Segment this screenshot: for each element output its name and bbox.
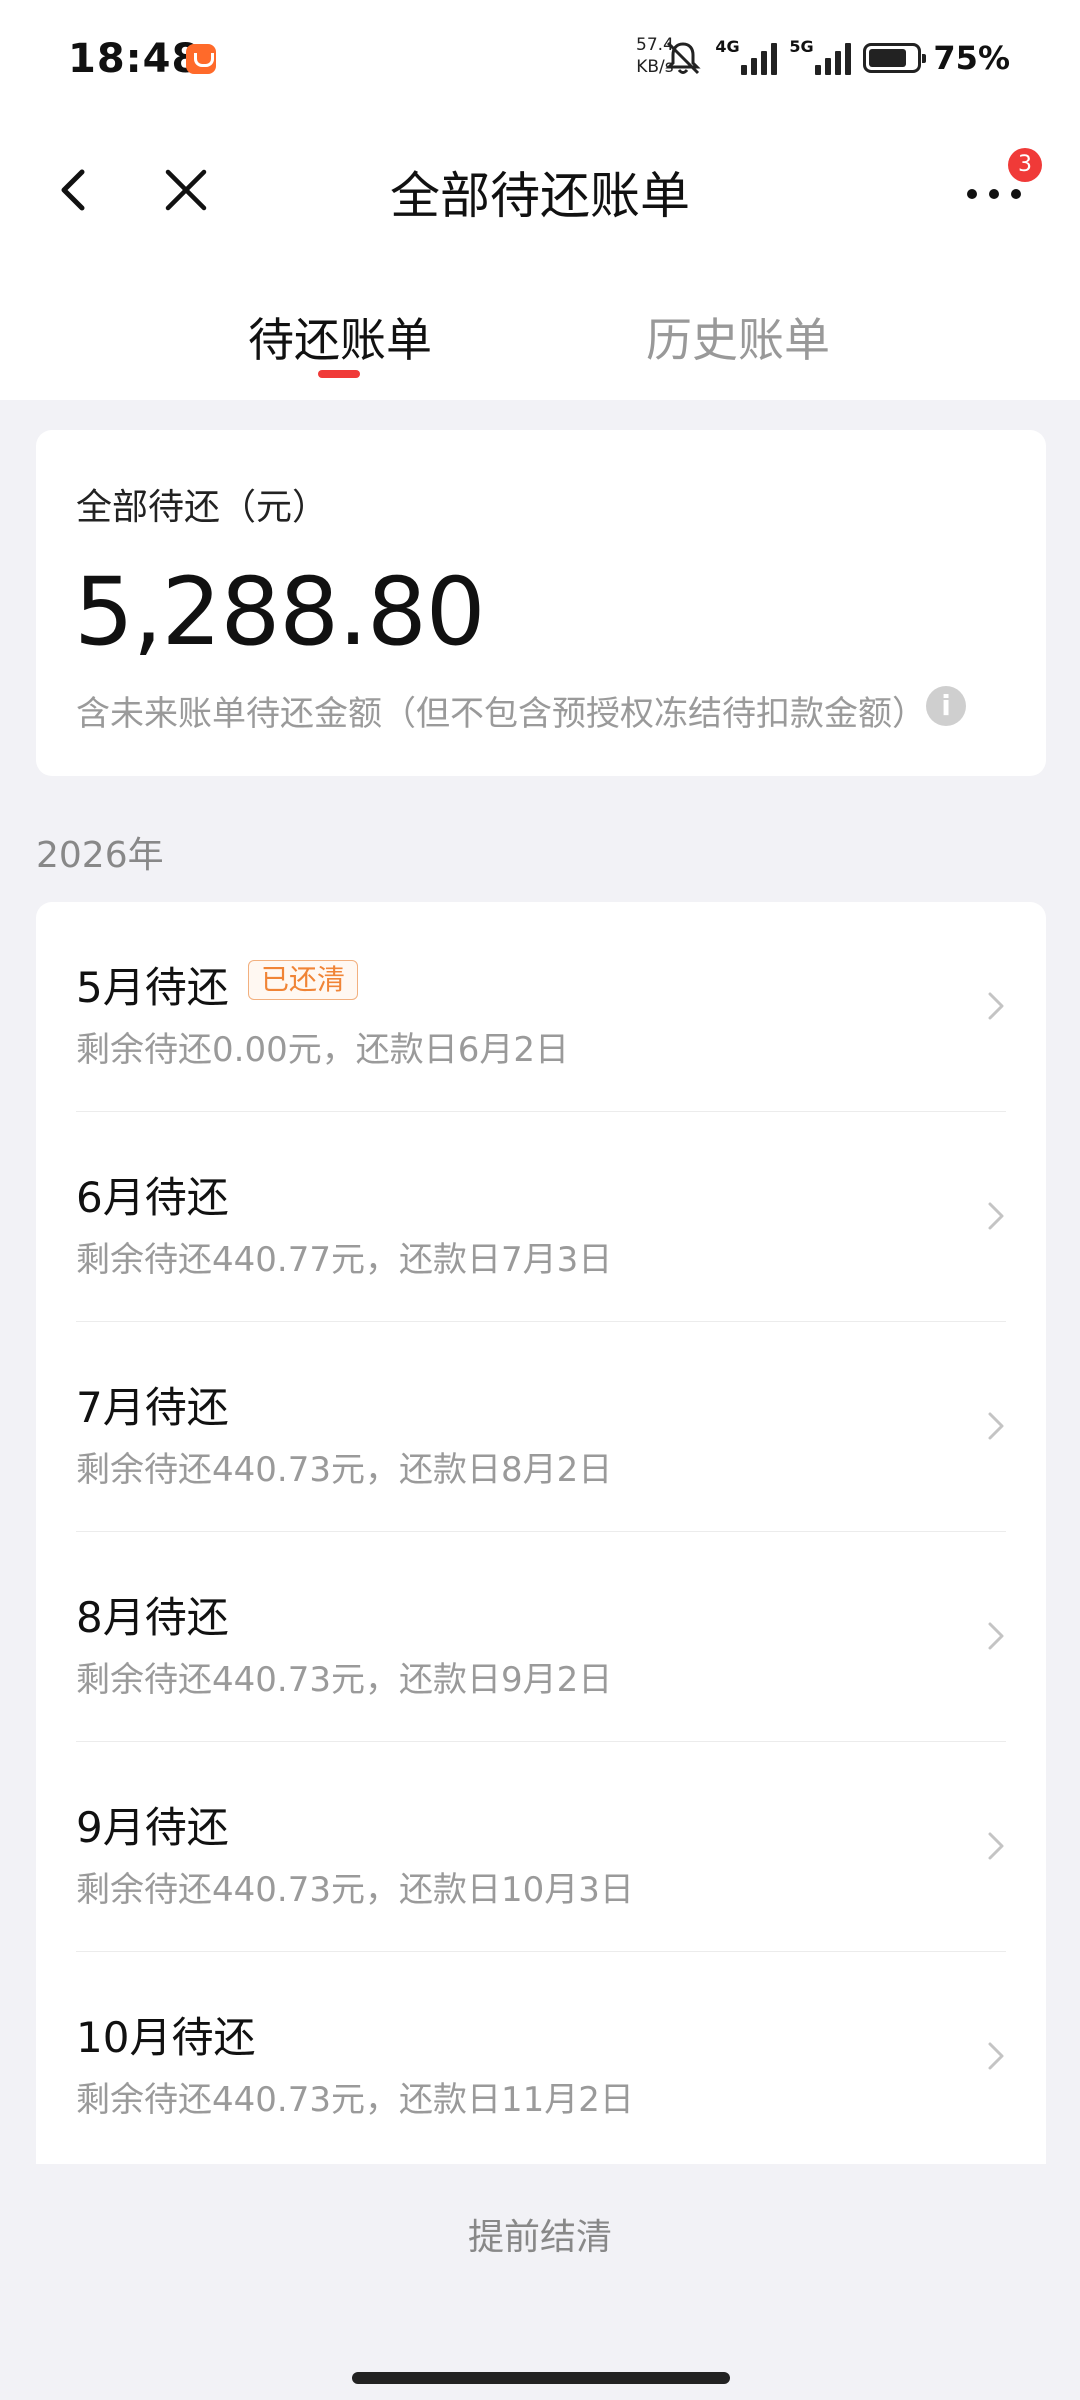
mute-bell-icon — [663, 40, 703, 76]
chevron-right-icon — [988, 1832, 1004, 1860]
signal-5g-icon: 5G — [789, 37, 852, 75]
network-5g-label: 5G — [789, 37, 814, 56]
bill-subtitle: 剩余待还440.73元，还款日10月3日 — [76, 1870, 634, 1910]
bill-title: 6月待还 — [76, 1173, 229, 1222]
summary-note: 含未来账单待还金额（但不包含预授权冻结待扣款金额） — [76, 694, 926, 734]
chevron-right-icon — [988, 1412, 1004, 1440]
bill-subtitle: 剩余待还440.73元，还款日8月2日 — [76, 1450, 613, 1490]
status-bar: 18:48 57.4 KB/s 4G 5G 75% — [0, 0, 1080, 120]
bill-subtitle: 剩余待还440.73元，还款日11月2日 — [76, 2080, 634, 2120]
chevron-right-icon — [988, 2042, 1004, 2070]
nav-bar: 全部待还账单 3 — [0, 120, 1080, 260]
bill-subtitle: 剩余待还440.73元，还款日9月2日 — [76, 1660, 613, 1700]
status-time: 18:48 — [68, 36, 201, 82]
bill-title: 5月待还 — [76, 963, 229, 1012]
paid-badge: 已还清 — [248, 960, 359, 1000]
bill-item-may[interactable]: 5月待还 已还清 剩余待还0.00元，还款日6月2日 — [36, 902, 1046, 1112]
year-header: 2026年 — [36, 835, 164, 876]
info-icon[interactable]: i — [926, 686, 966, 726]
chevron-right-icon — [988, 992, 1004, 1020]
summary-amount: 5,288.80 — [74, 558, 486, 667]
battery-percent: 75% — [933, 39, 1010, 77]
tab-bar: 待还账单 历史账单 — [0, 260, 1080, 400]
network-4g-label: 4G — [715, 37, 740, 56]
home-indicator[interactable] — [352, 2372, 730, 2384]
chevron-right-icon — [988, 1622, 1004, 1650]
bill-item-june[interactable]: 6月待还 剩余待还440.77元，还款日7月3日 — [36, 1112, 1046, 1322]
bill-item-july[interactable]: 7月待还 剩余待还440.73元，还款日8月2日 — [36, 1322, 1046, 1532]
bill-item-august[interactable]: 8月待还 剩余待还440.73元，还款日9月2日 — [36, 1532, 1046, 1742]
early-settle-button[interactable]: 提前结清 — [0, 2208, 1080, 2260]
bill-subtitle: 剩余待还440.77元，还款日7月3日 — [76, 1240, 613, 1280]
tab-pending-bills[interactable]: 待还账单 — [248, 304, 432, 370]
bill-title: 10月待还 — [76, 2013, 256, 2062]
status-icons: 4G 5G 75% — [663, 34, 1010, 82]
bill-subtitle: 剩余待还0.00元，还款日6月2日 — [76, 1030, 569, 1070]
bill-title: 8月待还 — [76, 1593, 229, 1642]
battery-icon — [863, 43, 927, 73]
bill-list: 5月待还 已还清 剩余待还0.00元，还款日6月2日 6月待还 剩余待还440.… — [36, 902, 1046, 2164]
summary-label: 全部待还（元） — [76, 487, 329, 528]
chevron-right-icon — [988, 1202, 1004, 1230]
notification-badge: 3 — [1008, 148, 1042, 182]
active-tab-indicator — [318, 370, 360, 378]
bill-item-october[interactable]: 10月待还 剩余待还440.73元，还款日11月2日 — [36, 1952, 1046, 2162]
app-notification-icon — [186, 44, 216, 74]
page-title: 全部待还账单 — [390, 167, 690, 225]
bill-item-september[interactable]: 9月待还 剩余待还440.73元，还款日10月3日 — [36, 1742, 1046, 1952]
signal-4g-icon: 4G — [715, 37, 778, 75]
summary-card: 全部待还（元） 5,288.80 含未来账单待还金额（但不包含预授权冻结待扣款金… — [36, 430, 1046, 776]
bill-title: 7月待还 — [76, 1383, 229, 1432]
tab-history-bills[interactable]: 历史账单 — [646, 304, 830, 370]
bill-title: 9月待还 — [76, 1803, 229, 1852]
